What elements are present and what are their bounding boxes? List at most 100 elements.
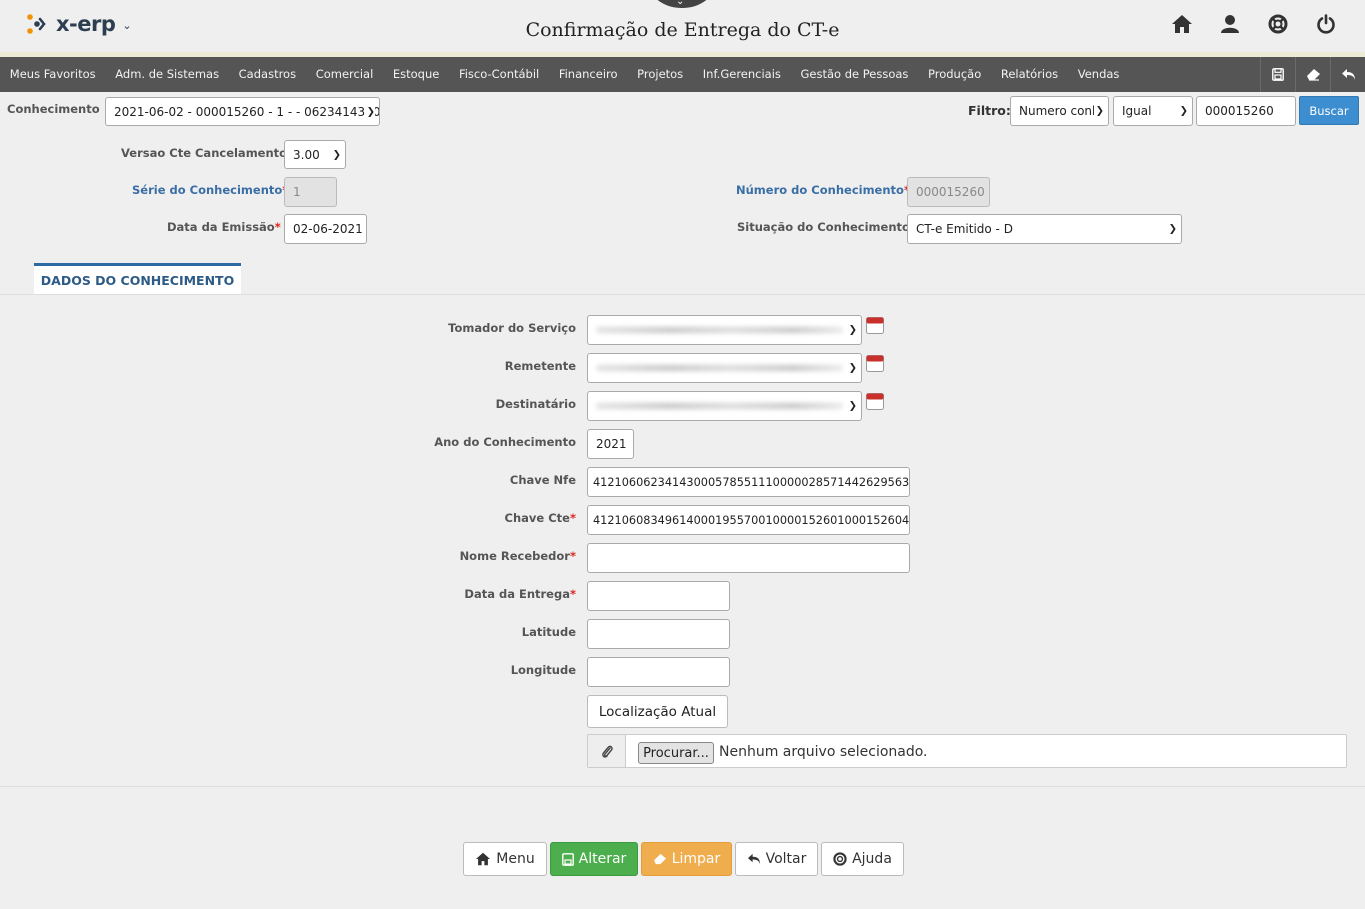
main-menu-bar: Meus Favoritos Adm. de Sistemas Cadastro… — [0, 57, 1365, 92]
numero-label-text: Número do Conhecimento — [736, 183, 904, 197]
menu-item-estoque[interactable]: Estoque — [383, 57, 449, 92]
ajuda-button[interactable]: Ajuda — [821, 842, 904, 876]
menu-item-comercial[interactable]: Comercial — [306, 57, 383, 92]
power-icon[interactable] — [1312, 12, 1339, 36]
calendar-icon[interactable] — [866, 317, 884, 334]
alterar-button-label: Alterar — [578, 851, 627, 867]
support-icon — [833, 852, 847, 866]
chave-cte-input[interactable]: 4121060834961400019557001000015260100015… — [587, 505, 910, 535]
situacao-value: CT-e Emitido - D — [916, 222, 1013, 236]
tomador-label: Tomador do Serviço — [448, 321, 576, 335]
chevron-down-icon: ⌄ — [676, 0, 685, 7]
destinatario-label: Destinatário — [495, 397, 576, 411]
menu-item-producao[interactable]: Produção — [918, 57, 991, 92]
menu-item-favoritos[interactable]: Meus Favoritos — [0, 57, 105, 92]
menu-item-vendas[interactable]: Vendas — [1068, 57, 1129, 92]
destinatario-select[interactable]: ❯ — [587, 391, 862, 421]
chevron-down-icon: ❯ — [1177, 105, 1188, 117]
menu-item-inf-gerenciais[interactable]: Inf.Gerenciais — [693, 57, 791, 92]
menu-item-projetos[interactable]: Projetos — [627, 57, 693, 92]
required-mark: * — [569, 587, 576, 601]
filtro-field-select[interactable]: Numero conh ❯ — [1010, 96, 1109, 126]
chevron-down-icon: ❯ — [1093, 105, 1104, 117]
chevron-down-icon: ❯ — [846, 400, 857, 412]
remetente-label: Remetente — [504, 359, 576, 373]
menu-item-adm-sistemas[interactable]: Adm. de Sistemas — [105, 57, 228, 92]
ano-label: Ano do Conhecimento — [434, 435, 576, 449]
support-icon[interactable] — [1264, 12, 1291, 36]
user-icon[interactable] — [1216, 12, 1243, 36]
required-mark: * — [569, 549, 576, 563]
data-entrega-input[interactable] — [587, 581, 730, 611]
menu-item-relatorios[interactable]: Relatórios — [991, 57, 1068, 92]
browse-file-button[interactable]: Procurar... — [638, 742, 714, 764]
tab-divider — [0, 294, 1365, 295]
file-upload: Procurar... Nenhum arquivo selecionado. — [587, 734, 1347, 768]
limpar-button[interactable]: Limpar — [641, 842, 732, 876]
filtro-label: Filtro: — [968, 103, 1011, 118]
filtro-operator-select[interactable]: Igual ❯ — [1113, 96, 1193, 126]
chave-cte-label-text: Chave Cte — [504, 511, 570, 525]
menu-item-financeiro[interactable]: Financeiro — [549, 57, 627, 92]
localizacao-atual-button[interactable]: Localização Atual — [587, 695, 728, 728]
remetente-select[interactable]: ❯ — [587, 353, 862, 383]
file-status-text: Nenhum arquivo selecionado. — [719, 744, 928, 760]
data-emissao-label-text: Data da Emissão — [167, 220, 275, 234]
longitude-input[interactable] — [587, 657, 730, 687]
redacted-value — [596, 364, 843, 372]
data-emissao-label: Data da Emissão* — [167, 220, 281, 234]
paperclip-icon — [588, 735, 626, 767]
tab-dados-conhecimento[interactable]: DADOS DO CONHECIMENTO — [34, 263, 241, 294]
menu-item-gestao-pessoas[interactable]: Gestão de Pessoas — [791, 57, 919, 92]
menu-item-cadastros[interactable]: Cadastros — [229, 57, 306, 92]
nome-recebedor-label-text: Nome Recebedor — [459, 549, 570, 563]
longitude-label: Longitude — [510, 663, 576, 677]
undo-icon[interactable] — [1330, 57, 1365, 92]
calendar-icon[interactable] — [866, 393, 884, 410]
buscar-button[interactable]: Buscar — [1299, 96, 1359, 125]
home-icon — [476, 852, 491, 866]
conhecimento-label: Conhecimento — [7, 102, 100, 116]
ajuda-button-label: Ajuda — [852, 851, 892, 867]
undo-icon — [747, 853, 760, 865]
home-icon[interactable] — [1168, 12, 1195, 36]
versao-cte-label: Versao Cte Cancelamento — [121, 146, 288, 160]
title-collapse-tab[interactable]: ⌄ — [643, 0, 721, 8]
redacted-value — [596, 402, 843, 410]
filtro-operator-value: Igual — [1122, 104, 1152, 118]
numero-input: 000015260 — [907, 177, 990, 207]
latitude-label: Latitude — [521, 625, 576, 639]
calendar-icon[interactable] — [866, 355, 884, 372]
chevron-down-icon: ❯ — [364, 106, 375, 117]
chave-nfe-label: Chave Nfe — [509, 473, 576, 487]
numero-label: Número do Conhecimento* — [736, 183, 910, 197]
limpar-button-label: Limpar — [671, 851, 721, 867]
chevron-down-icon: ❯ — [330, 149, 341, 160]
nome-recebedor-input[interactable] — [587, 543, 910, 573]
chave-nfe-input[interactable]: 4121060623414300057855111000002857144262… — [587, 467, 910, 497]
required-mark: * — [274, 220, 281, 234]
versao-cte-value: 3.00 — [293, 147, 320, 162]
voltar-button[interactable]: Voltar — [735, 842, 818, 876]
conhecimento-select-value: 2021-06-02 - 000015260 - 1 - - 062341430… — [114, 104, 380, 119]
situacao-select[interactable]: CT-e Emitido - D ❯ — [907, 214, 1182, 244]
conhecimento-select[interactable]: 2021-06-02 - 000015260 - 1 - - 062341430… — [105, 97, 380, 126]
redacted-value — [596, 326, 843, 334]
latitude-input[interactable] — [587, 619, 730, 649]
ano-input[interactable]: 2021 — [587, 429, 634, 459]
data-emissao-input[interactable]: 02-06-2021 — [284, 214, 367, 244]
situacao-label: Situação do Conhecimento — [737, 220, 910, 234]
serie-input: 1 — [284, 177, 337, 207]
versao-cte-select[interactable]: 3.00 ❯ — [284, 140, 346, 169]
filtro-value-input[interactable]: 000015260 — [1196, 96, 1296, 126]
menu-button[interactable]: Menu — [463, 842, 547, 876]
eraser-icon[interactable] — [1295, 57, 1330, 92]
tomador-select[interactable]: ❯ — [587, 315, 862, 345]
alterar-button[interactable]: Alterar — [550, 842, 638, 876]
menu-button-label: Menu — [496, 851, 535, 867]
save-icon[interactable] — [1260, 57, 1295, 92]
chevron-down-icon: ❯ — [1166, 223, 1177, 235]
required-mark: * — [569, 511, 576, 525]
menu-item-fisco-contabil[interactable]: Fisco-Contábil — [449, 57, 549, 92]
voltar-button-label: Voltar — [765, 851, 807, 867]
